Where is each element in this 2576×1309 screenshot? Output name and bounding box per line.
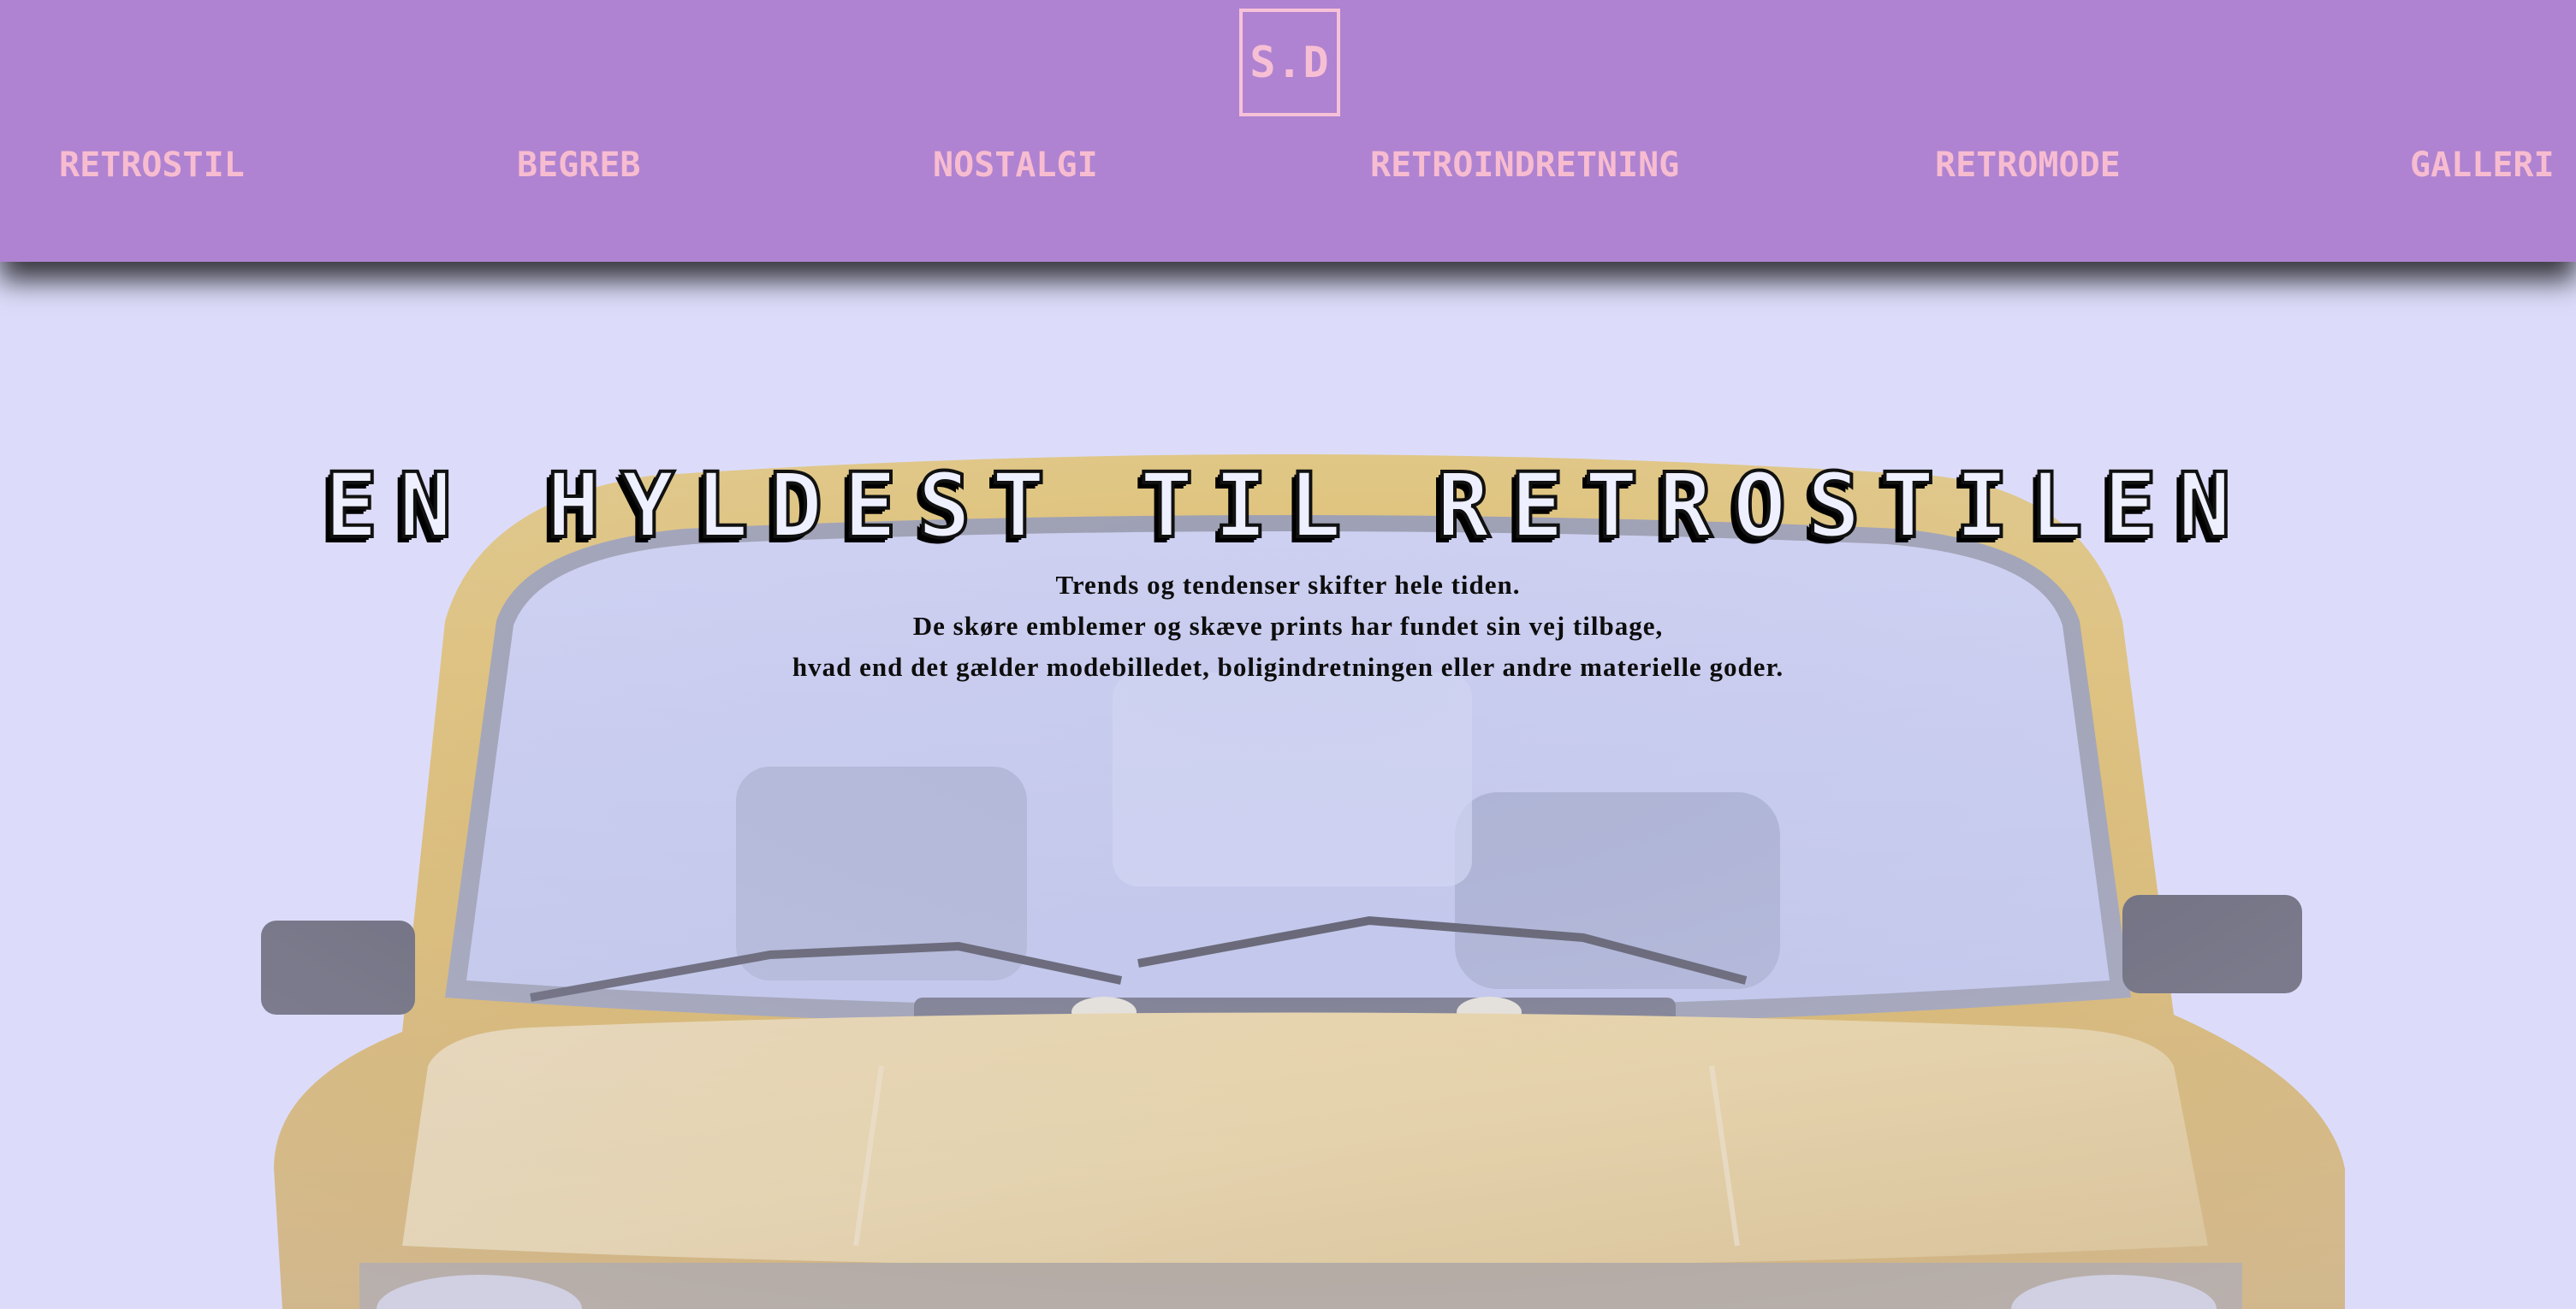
site-header: S.D RETROSTIL BEGREB NOSTALGI RETROINDRE… [0, 0, 2576, 262]
hero-title: EN HYLDEST TIL RETROSTILEN [323, 452, 2252, 560]
nav-galleri[interactable]: GALLERI [2410, 144, 2555, 187]
hero-section: EN HYLDEST TIL RETROSTILEN Trends og ten… [0, 262, 2576, 1309]
logo-link[interactable]: S.D [1239, 9, 1340, 116]
nav-retroindretning[interactable]: RETROINDRETNING [1370, 144, 1679, 187]
intro-line-2: De skøre emblemer og skæve prints har fu… [912, 611, 1664, 641]
intro-line-3: hvad end det gælder modebilledet, boligi… [792, 652, 1784, 682]
nav-nostalgi[interactable]: NOSTALGI [933, 144, 1098, 187]
nav-begreb[interactable]: BEGREB [517, 144, 641, 187]
nav-retromode[interactable]: RETROMODE [1935, 144, 2121, 187]
hero-intro: Trends og tendenser skifter hele tiden. … [0, 565, 2576, 688]
nav-retrostil[interactable]: RETROSTIL [59, 144, 245, 187]
car-photo [0, 262, 2576, 1309]
intro-line-1: Trends og tendenser skifter hele tiden. [1055, 570, 1521, 600]
